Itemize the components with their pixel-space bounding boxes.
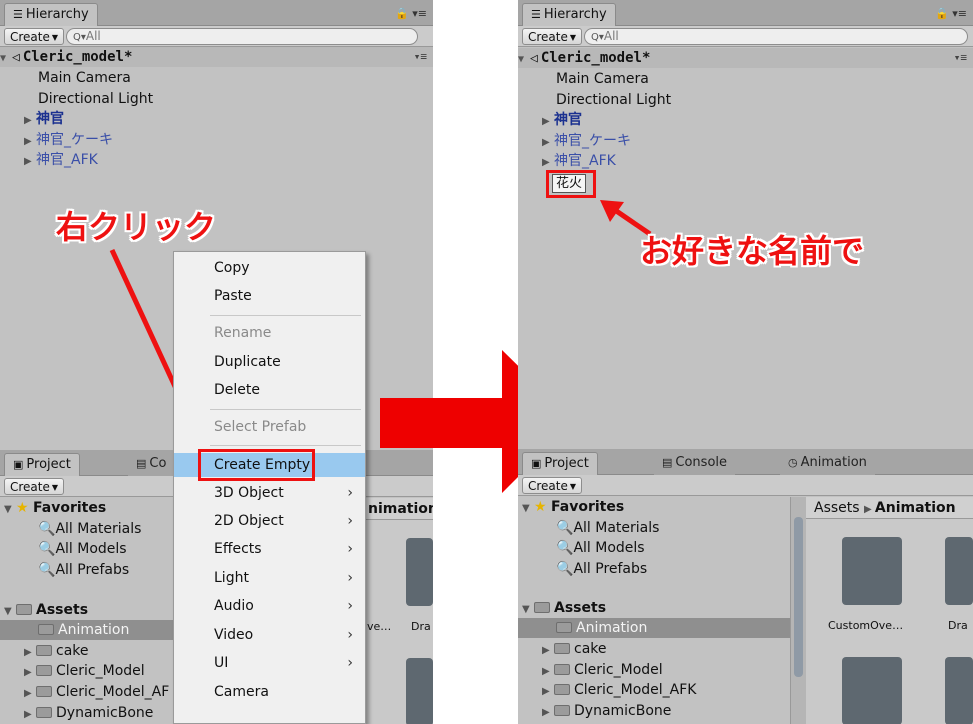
- hierarchy-search-input[interactable]: Q▾All: [584, 28, 968, 45]
- menu-item-rename: Rename: [214, 325, 272, 341]
- scrollbar-thumb[interactable]: [794, 517, 803, 677]
- menu-item-delete[interactable]: Delete: [174, 378, 365, 402]
- hierarchy-tab[interactable]: ☰ Hierarchy: [522, 3, 616, 26]
- animation-tab[interactable]: ◷ Animation: [780, 452, 875, 475]
- hierarchy-create-button[interactable]: Create ▼: [522, 28, 583, 45]
- menu-separator: [210, 409, 361, 410]
- search-icon: Q▾: [591, 32, 604, 43]
- folder-icon: [554, 643, 570, 654]
- menu-item-paste[interactable]: Paste: [174, 284, 365, 308]
- hierarchy-item-prefab-3[interactable]: ▶ 神官_AFK: [518, 151, 973, 171]
- folder-dynamicbone[interactable]: ▶ DynamicBone: [542, 701, 671, 721]
- menu-item-camera[interactable]: Camera: [174, 680, 365, 704]
- lock-menu-icon[interactable]: 🔒 ▾≡: [935, 7, 967, 20]
- assets-row[interactable]: ▼ Assets: [522, 598, 606, 618]
- favorites-row[interactable]: ▼ ★ Favorites: [522, 497, 624, 517]
- menu-item-copy[interactable]: Copy: [174, 256, 365, 280]
- hierarchy-toolbar: Create ▼ Q▾All: [518, 26, 973, 47]
- caret-down-icon: ▼: [569, 482, 577, 491]
- chevron-right-icon: ›: [347, 513, 353, 529]
- asset-tile[interactable]: [945, 537, 973, 605]
- caret-down-icon: ▼: [569, 33, 577, 42]
- menu-item-3d-object[interactable]: 3D Object ›: [174, 481, 365, 505]
- fold-right-icon[interactable]: ▶: [542, 703, 554, 723]
- console-icon: ▤: [662, 456, 673, 469]
- context-menu: Copy Paste Rename Duplicate Delete Selec…: [173, 251, 366, 724]
- console-tab[interactable]: ▤ Console: [654, 452, 736, 475]
- menu-item-audio[interactable]: Audio ›: [174, 594, 365, 618]
- project-create-button[interactable]: Create ▼: [522, 477, 583, 494]
- fold-down-icon[interactable]: ▼: [522, 600, 534, 620]
- asset-tile[interactable]: [842, 657, 902, 724]
- folder-icon: [554, 705, 570, 716]
- menu-item-light[interactable]: Light ›: [174, 566, 365, 590]
- scene-menu-icon[interactable]: ▾≡: [954, 48, 967, 68]
- search-icon: 🔍: [556, 540, 574, 556]
- tree-scrollbar[interactable]: [790, 497, 806, 724]
- chevron-right-icon: ›: [347, 485, 353, 501]
- favorite-all-models[interactable]: 🔍All Models: [556, 538, 645, 558]
- annotation-any-name: お好きな名前で: [640, 232, 865, 270]
- unity-logo-icon: ◁: [530, 51, 538, 66]
- hierarchy-tabbar: ☰ Hierarchy 🔒 ▾≡: [518, 0, 973, 26]
- breadcrumb: Assets ▶ Animation: [806, 497, 973, 519]
- project-tabbar: ▣ Project ▤ Console ◷ Animation: [518, 449, 973, 475]
- menu-item-duplicate[interactable]: Duplicate: [174, 350, 365, 374]
- folder-icon: [534, 602, 550, 613]
- menu-item-select-prefab: Select Prefab: [214, 419, 307, 435]
- asset-label: CustomOve…: [828, 619, 904, 632]
- fold-right-icon[interactable]: ▶: [542, 662, 554, 682]
- folder-cake[interactable]: ▶ cake: [542, 639, 607, 659]
- hierarchy-item-main-camera[interactable]: Main Camera: [518, 69, 973, 89]
- menu-item-2d-object[interactable]: 2D Object ›: [174, 509, 365, 533]
- fold-down-icon[interactable]: ▼: [518, 50, 530, 70]
- chevron-right-icon: ›: [347, 627, 353, 643]
- hierarchy-item-directional-light[interactable]: Directional Light: [518, 90, 973, 110]
- hierarchy-item-prefab-2[interactable]: ▶ 神官_ケーキ: [518, 131, 973, 151]
- folder-animation[interactable]: Animation: [518, 618, 790, 638]
- menu-separator: [210, 315, 361, 316]
- asset-tile[interactable]: [945, 657, 973, 724]
- folder-icon: [554, 664, 570, 675]
- folder-icon: [556, 622, 572, 633]
- search-icon: 🔍: [556, 520, 574, 536]
- chevron-right-icon: ›: [347, 570, 353, 586]
- fold-right-icon[interactable]: ▶: [542, 682, 554, 702]
- folder-tab-icon: ▣: [531, 457, 542, 470]
- fold-right-icon[interactable]: ▶: [542, 112, 554, 132]
- asset-label: Dra: [948, 619, 968, 632]
- breadcrumb-separator-icon: ▶: [864, 504, 875, 515]
- scene-row[interactable]: ▼ ◁ Cleric_model* ▾≡: [518, 48, 973, 68]
- folder-icon: [554, 684, 570, 695]
- fold-down-icon[interactable]: ▼: [522, 499, 534, 519]
- chevron-right-icon: ›: [347, 655, 353, 671]
- annotation-box-create-empty: [198, 449, 315, 481]
- favorite-all-prefabs[interactable]: 🔍All Prefabs: [556, 559, 647, 579]
- project-tab[interactable]: ▣ Project: [522, 452, 598, 475]
- project-toolbar: Create ▼: [518, 475, 973, 496]
- annotation-box-new-object: [546, 170, 596, 198]
- menu-item-effects[interactable]: Effects ›: [174, 537, 365, 561]
- folder-cleric-model[interactable]: ▶ Cleric_Model: [542, 660, 663, 680]
- chevron-right-icon: ›: [347, 598, 353, 614]
- asset-tile[interactable]: [842, 537, 902, 605]
- menu-item-video[interactable]: Video ›: [174, 623, 365, 647]
- menu-item-ui[interactable]: UI ›: [174, 651, 365, 675]
- folder-cleric-model-afk[interactable]: ▶ Cleric_Model_AFK: [542, 680, 696, 700]
- fold-right-icon[interactable]: ▶: [542, 641, 554, 661]
- fold-right-icon[interactable]: ▶: [542, 133, 554, 153]
- star-icon: ★: [534, 499, 547, 515]
- search-icon: 🔍: [556, 561, 574, 577]
- favorite-all-materials[interactable]: 🔍All Materials: [556, 518, 659, 538]
- list-icon: ☰: [531, 8, 541, 21]
- hierarchy-item-prefab-1[interactable]: ▶ 神官: [518, 110, 973, 130]
- right-unity-editor: ☰ Hierarchy 🔒 ▾≡ Create ▼ Q▾All ▼ ◁ Cleric_m…: [518, 0, 973, 724]
- chevron-right-icon: ›: [347, 541, 353, 557]
- menu-separator: [210, 445, 361, 446]
- clock-icon: ◷: [788, 456, 798, 469]
